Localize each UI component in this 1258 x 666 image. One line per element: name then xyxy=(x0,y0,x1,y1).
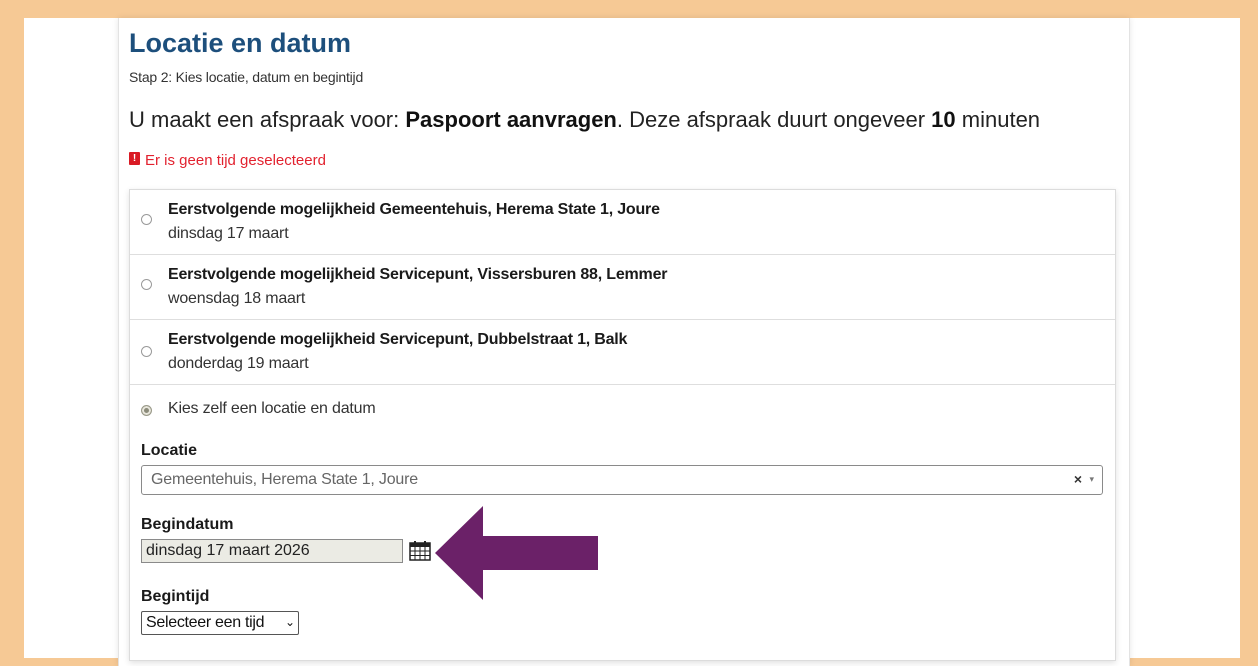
radio-button[interactable] xyxy=(141,214,152,225)
location-options-panel: Eerstvolgende mogelijkheid Gemeentehuis,… xyxy=(129,189,1116,661)
option-lemmer[interactable]: Eerstvolgende mogelijkheid Servicepunt, … xyxy=(130,255,1115,320)
starttime-select[interactable]: Selecteer een tijd ⌄ xyxy=(141,611,299,635)
appointment-page: Locatie en datum Stap 2: Kies locatie, d… xyxy=(118,18,1130,666)
option-title: Eerstvolgende mogelijkheid Servicepunt, … xyxy=(168,331,628,348)
location-select[interactable]: Gemeentehuis, Herema State 1, Joure × ▾ xyxy=(141,465,1103,495)
chevron-down-icon: ⌄ xyxy=(284,615,295,629)
summary-suffix: minuten xyxy=(955,107,1041,132)
error-icon: ! xyxy=(129,152,140,165)
step-indicator: Stap 2: Kies locatie, datum en begintijd xyxy=(129,69,364,85)
error-message: ! Er is geen tijd geselecteerd xyxy=(129,152,326,169)
duration-value: 10 xyxy=(931,107,956,132)
starttime-value: Selecteer een tijd xyxy=(146,614,265,631)
radio-button[interactable] xyxy=(141,279,152,290)
location-value: Gemeentehuis, Herema State 1, Joure xyxy=(151,471,418,488)
radio-button-custom[interactable] xyxy=(141,405,152,416)
custom-option-label[interactable]: Kies zelf een locatie en datum xyxy=(168,400,376,418)
option-joure[interactable]: Eerstvolgende mogelijkheid Gemeentehuis,… xyxy=(130,190,1115,255)
annotation-arrow-icon xyxy=(435,506,598,600)
option-title: Eerstvolgende mogelijkheid Servicepunt, … xyxy=(168,266,668,283)
option-date: dinsdag 17 maart xyxy=(168,225,289,242)
radio-button[interactable] xyxy=(141,346,152,357)
summary-prefix: U maakt een afspraak voor: xyxy=(129,107,406,132)
option-date: woensdag 18 maart xyxy=(168,290,306,307)
option-title: Eerstvolgende mogelijkheid Gemeentehuis,… xyxy=(168,201,660,218)
option-balk[interactable]: Eerstvolgende mogelijkheid Servicepunt, … xyxy=(130,320,1115,385)
clear-icon[interactable]: × xyxy=(1074,471,1082,487)
summary-middle: . Deze afspraak duurt ongeveer xyxy=(616,107,932,132)
appointment-summary: U maakt een afspraak voor: Paspoort aanv… xyxy=(129,107,1040,133)
startdate-input[interactable]: dinsdag 17 maart 2026 xyxy=(141,539,403,563)
starttime-label: Begintijd xyxy=(141,588,210,605)
chevron-down-icon[interactable]: ▾ xyxy=(1089,474,1094,485)
startdate-label: Begindatum xyxy=(141,516,234,533)
error-text: Er is geen tijd geselecteerd xyxy=(145,152,326,169)
startdate-value: dinsdag 17 maart 2026 xyxy=(146,542,310,559)
option-date: donderdag 19 maart xyxy=(168,355,309,372)
product-name: Paspoort aanvragen xyxy=(405,107,617,132)
location-label: Locatie xyxy=(141,442,198,459)
page-title: Locatie en datum xyxy=(129,28,352,58)
calendar-icon[interactable] xyxy=(409,541,431,561)
